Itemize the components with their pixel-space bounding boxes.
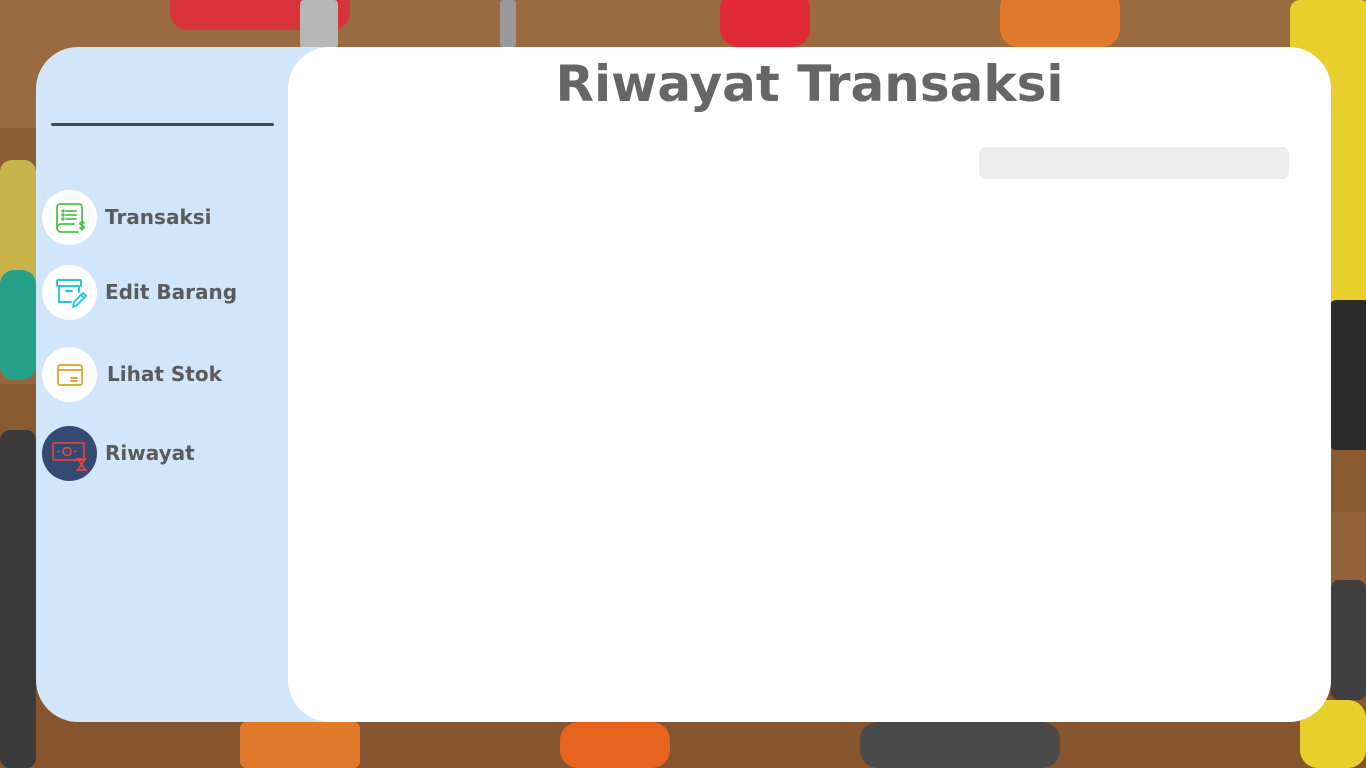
orange-tool [560, 722, 670, 768]
orange-level-tool [240, 722, 360, 768]
sidebar-item-riwayat[interactable]: Riwayat [42, 426, 282, 482]
black-pliers-tool [0, 430, 36, 768]
sidebar-item-label: Riwayat [105, 441, 195, 465]
screw-tool [300, 0, 338, 48]
green-pliers-tool [0, 270, 36, 380]
black-tool [1330, 300, 1366, 450]
app-window: Transaksi Edit Barang Lihat Stok Riwayat… [36, 47, 1331, 722]
package-icon [42, 347, 97, 402]
dark-tool [1331, 580, 1366, 700]
sidebar-item-label: Transaksi [105, 205, 212, 229]
sidebar-item-label: Edit Barang [105, 280, 238, 304]
sidebar-item-edit-barang[interactable]: Edit Barang [42, 265, 282, 321]
screwdriver-tool [500, 0, 516, 47]
search-input[interactable] [979, 147, 1289, 179]
sidebar-divider [51, 123, 274, 126]
sidebar: Transaksi Edit Barang Lihat Stok Riwayat [36, 47, 288, 722]
page-title: Riwayat Transaksi [555, 55, 1064, 113]
receipt-dollar-icon [42, 190, 97, 245]
wrench-tool [860, 722, 1060, 768]
orange-pliers-tool [1000, 0, 1120, 47]
sidebar-item-label: Lihat Stok [107, 362, 222, 386]
red-screwdriver-tool [720, 0, 810, 47]
sidebar-item-transaksi[interactable]: Transaksi [42, 190, 282, 246]
sidebar-item-lihat-stok[interactable]: Lihat Stok [42, 347, 282, 403]
box-edit-icon [42, 265, 97, 320]
money-history-icon [42, 426, 97, 481]
main-panel: Riwayat Transaksi [288, 47, 1331, 722]
